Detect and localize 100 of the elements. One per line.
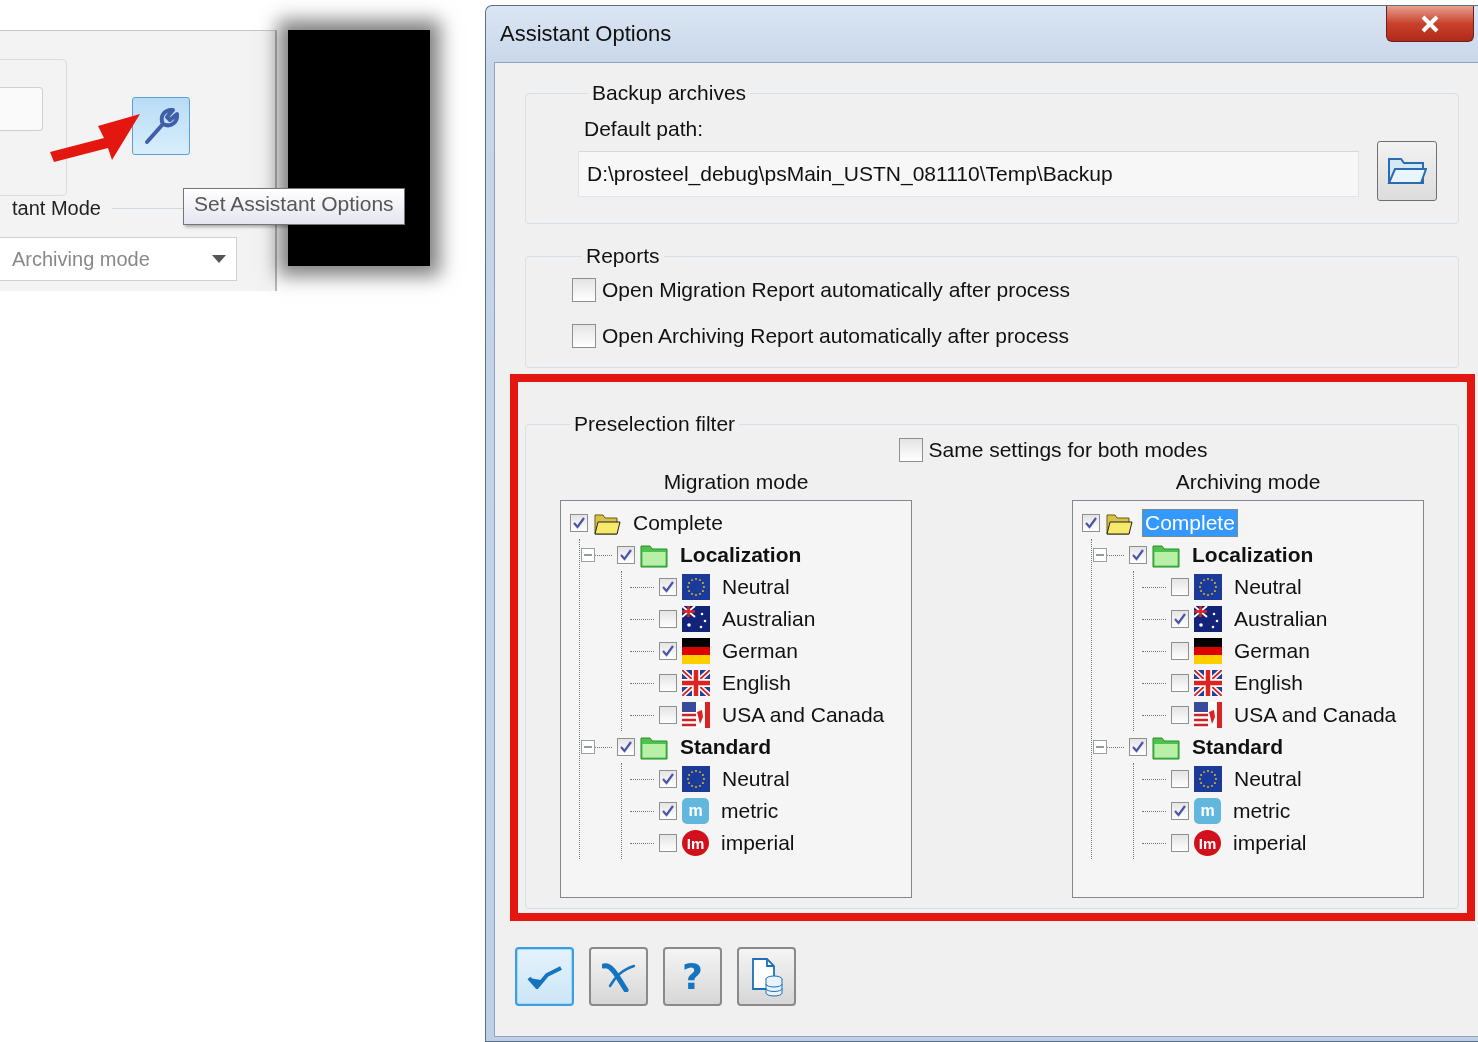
tree-item[interactable]: Complete	[630, 509, 726, 537]
star-flag-icon	[1194, 574, 1222, 600]
metric-badge: m	[1194, 798, 1221, 824]
checkbox[interactable]	[572, 278, 596, 302]
tree-item[interactable]: Neutral	[1231, 765, 1305, 793]
checkbox[interactable]	[659, 834, 677, 852]
tree-item[interactable]: English	[719, 669, 794, 697]
tree-item[interactable]: USA and Canada	[719, 701, 888, 729]
tree-item[interactable]: Standard	[677, 733, 774, 761]
checkbox-label[interactable]: Open Archiving Report automatically after process	[602, 324, 1069, 348]
checkbox[interactable]	[1171, 706, 1189, 724]
field-label: Default path:	[584, 117, 705, 141]
twin-flag-icon	[1194, 702, 1222, 728]
checkbox[interactable]	[1129, 546, 1147, 564]
document-database-icon	[749, 956, 784, 997]
minus-icon	[1096, 743, 1104, 751]
folder-icon	[1152, 734, 1180, 760]
checkbox[interactable]	[1171, 674, 1189, 692]
caret-icon	[212, 255, 226, 263]
checkbox-label[interactable]: Open Migration Report automatically after process	[602, 278, 1071, 302]
checkbox[interactable]	[659, 642, 677, 660]
checkbox[interactable]	[1171, 642, 1189, 660]
collapse-toggle[interactable]	[1093, 548, 1107, 562]
tree-item[interactable]: English	[1231, 669, 1306, 697]
union-flag-icon	[682, 670, 710, 696]
tree-item[interactable]: metric	[1230, 797, 1294, 825]
union-flag-icon	[1194, 670, 1222, 696]
close-icon	[1420, 14, 1440, 33]
options-button[interactable]	[132, 97, 190, 155]
tree-item[interactable]: Neutral	[719, 573, 793, 601]
checkbox[interactable]	[572, 324, 596, 348]
checkbox[interactable]	[1129, 738, 1147, 756]
folder-icon	[1152, 542, 1180, 568]
text-field[interactable]	[0, 87, 43, 131]
tree-item[interactable]: USA and Canada	[1231, 701, 1400, 729]
group-title: Reports	[585, 244, 661, 268]
close-button[interactable]	[1386, 6, 1474, 42]
ok-button[interactable]	[515, 947, 574, 1006]
star-flag-icon	[682, 574, 710, 600]
checkbox[interactable]	[1171, 610, 1189, 628]
tree-item[interactable]: Australian	[719, 605, 819, 633]
checkbox[interactable]	[1171, 802, 1189, 820]
tree-title: Migration mode	[663, 470, 809, 494]
collapse-toggle[interactable]	[581, 740, 595, 754]
tree-item[interactable]: imperial	[718, 829, 798, 857]
star-flag-icon	[682, 766, 710, 792]
minus-icon	[584, 551, 592, 559]
collapse-toggle[interactable]	[1093, 740, 1107, 754]
checkbox[interactable]	[659, 610, 677, 628]
path-field[interactable]: D:\prosteel_debug\psMain_USTN_081110\Temp\Backup	[578, 151, 1359, 197]
imperial-badge: Im	[682, 830, 709, 856]
tree-item[interactable]: Neutral	[1231, 573, 1305, 601]
checkbox[interactable]	[617, 546, 635, 564]
checkbox[interactable]	[1171, 578, 1189, 596]
star-flag-icon	[1194, 766, 1222, 792]
imperial-badge: Im	[1194, 830, 1221, 856]
tooltip: Set Assistant Options	[183, 188, 405, 225]
checkbox[interactable]	[1171, 770, 1189, 788]
folder-icon	[640, 734, 668, 760]
minus-icon	[1096, 551, 1104, 559]
mode-dropdown[interactable]: Archiving mode	[0, 237, 237, 281]
checkbox[interactable]	[1171, 834, 1189, 852]
checkbox-label[interactable]: Same settings for both modes	[928, 438, 1208, 462]
window-title: Assistant Options	[500, 21, 672, 47]
folder-icon	[1387, 155, 1427, 187]
checkbox[interactable]	[659, 674, 677, 692]
tree-item[interactable]: Neutral	[719, 765, 793, 793]
checkbox[interactable]	[659, 770, 677, 788]
tree-item[interactable]: German	[719, 637, 801, 665]
help-button[interactable]: ?	[663, 947, 722, 1006]
checkbox[interactable]	[617, 738, 635, 756]
section-label: tant Mode	[12, 197, 101, 220]
southern-cross-flag-icon	[682, 606, 710, 632]
tree-item[interactable]: German	[1231, 637, 1313, 665]
group-title: Preselection filter	[573, 412, 737, 436]
tree-title: Archiving mode	[1175, 470, 1321, 494]
tree-item[interactable]: Standard	[1189, 733, 1286, 761]
cross-icon	[601, 961, 636, 992]
minus-icon	[584, 743, 592, 751]
tree-item[interactable]: imperial	[1230, 829, 1310, 857]
browse-button[interactable]	[1377, 141, 1437, 201]
collapse-toggle[interactable]	[581, 548, 595, 562]
metric-badge: m	[682, 798, 709, 824]
report-button[interactable]	[737, 947, 796, 1006]
tree-item[interactable]: Localization	[1189, 541, 1317, 569]
checkbox[interactable]	[659, 802, 677, 820]
tricolor-flag-icon	[1194, 638, 1222, 664]
checkbox[interactable]	[898, 438, 923, 462]
tree-item[interactable]: Australian	[1231, 605, 1331, 633]
checkbox[interactable]	[659, 706, 677, 724]
checkbox[interactable]	[1082, 514, 1100, 532]
checkbox[interactable]	[570, 514, 588, 532]
checkbox[interactable]	[659, 578, 677, 596]
twin-flag-icon	[682, 702, 710, 728]
cancel-button[interactable]	[589, 947, 648, 1006]
tree-item[interactable]: metric	[718, 797, 782, 825]
southern-cross-flag-icon	[1194, 606, 1222, 632]
checkmark-icon	[526, 964, 563, 989]
group-title: Backup archives	[591, 81, 748, 105]
tree-item[interactable]: Localization	[677, 541, 805, 569]
